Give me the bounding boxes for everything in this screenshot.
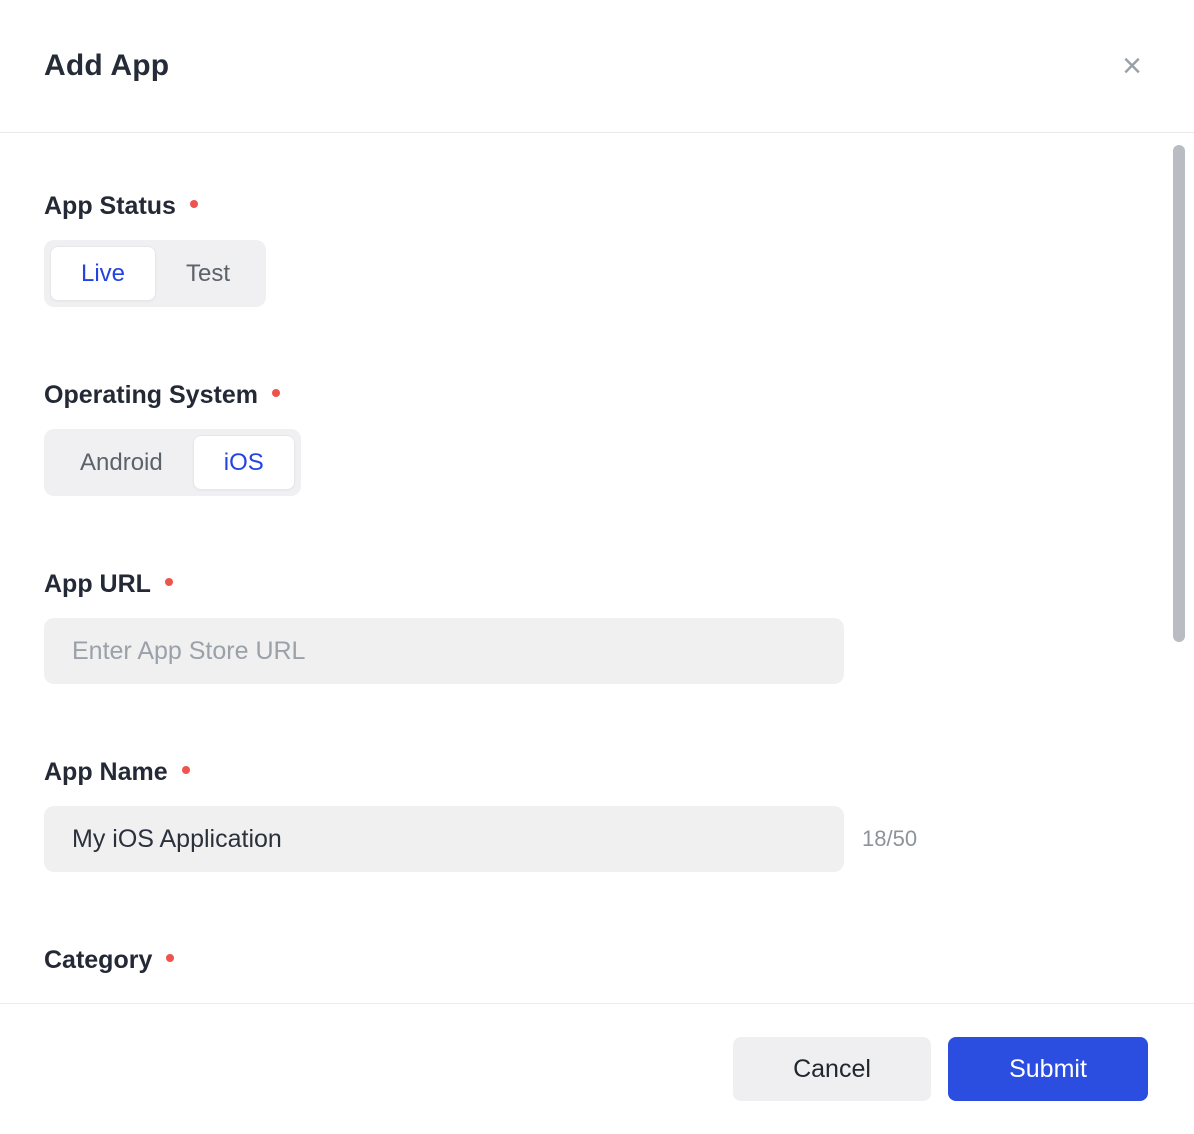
- app-name-input-row: 18/50: [44, 806, 1150, 872]
- required-dot: [271, 388, 280, 397]
- field-app-status: App Status Live Test: [44, 192, 1150, 307]
- scrollbar-thumb[interactable]: [1173, 145, 1185, 642]
- app-url-label: App URL: [44, 570, 1150, 599]
- category-label-text: Category: [44, 946, 153, 974]
- app-status-label: App Status: [44, 192, 1150, 221]
- close-button[interactable]: ×: [1118, 45, 1146, 87]
- field-app-name: App Name 18/50: [44, 758, 1150, 872]
- app-name-label: App Name: [44, 758, 1150, 787]
- os-option-android[interactable]: Android: [50, 435, 193, 490]
- required-dot: [181, 765, 190, 774]
- app-url-label-text: App URL: [44, 570, 151, 598]
- app-status-option-test[interactable]: Test: [156, 246, 260, 301]
- required-dot: [189, 199, 198, 208]
- modal-header: Add App ×: [0, 0, 1194, 133]
- app-name-label-text: App Name: [44, 758, 168, 786]
- close-icon: ×: [1122, 47, 1142, 85]
- submit-button[interactable]: Submit: [948, 1037, 1148, 1101]
- app-status-label-text: App Status: [44, 192, 176, 220]
- modal-title: Add App: [44, 49, 170, 82]
- app-status-option-live[interactable]: Live: [50, 246, 157, 301]
- os-option-ios[interactable]: iOS: [192, 435, 295, 490]
- field-app-url: App URL: [44, 570, 1150, 684]
- required-dot: [164, 577, 173, 586]
- category-label: Category: [44, 946, 1150, 975]
- modal-body: App Status Live Test Operating System An…: [0, 133, 1194, 1003]
- char-counter: 18/50: [862, 826, 918, 851]
- operating-system-label: Operating System: [44, 381, 1150, 410]
- app-url-input[interactable]: [44, 618, 844, 684]
- cancel-button[interactable]: Cancel: [733, 1037, 931, 1101]
- required-dot: [166, 953, 175, 962]
- app-status-toggle: Live Test: [44, 240, 267, 307]
- operating-system-label-text: Operating System: [44, 381, 258, 409]
- field-operating-system: Operating System Android iOS: [44, 381, 1150, 496]
- modal-footer: Cancel Submit: [0, 1003, 1194, 1134]
- add-app-modal: Add App × App Status Live Test Operating…: [0, 0, 1194, 1134]
- app-name-input[interactable]: [44, 806, 844, 872]
- operating-system-toggle: Android iOS: [44, 429, 301, 496]
- field-category: Category: [44, 946, 1150, 975]
